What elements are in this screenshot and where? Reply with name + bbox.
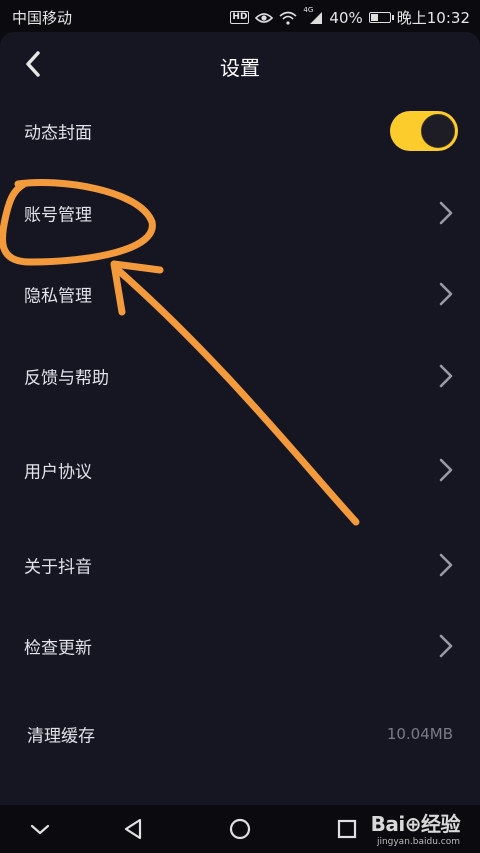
setting-user-agreement[interactable]: 用户协议 xyxy=(0,438,480,502)
hide-nav-button[interactable] xyxy=(26,815,54,843)
chevron-right-icon xyxy=(439,282,453,306)
circle-home-icon xyxy=(229,818,251,840)
recents-nav-button[interactable] xyxy=(333,815,361,843)
setting-account-management[interactable]: 账号管理 xyxy=(0,181,480,245)
hd-badge: HD xyxy=(230,11,250,24)
square-recents-icon xyxy=(337,819,357,839)
setting-label: 隐私管理 xyxy=(24,286,92,307)
battery-icon xyxy=(368,12,394,23)
baidu-watermark: Bai⊕经验 jingyan.baidu.com xyxy=(370,808,461,847)
chevron-right-icon xyxy=(439,634,453,658)
setting-label: 账号管理 xyxy=(24,205,92,226)
setting-check-updates[interactable]: 检查更新 xyxy=(0,614,480,678)
setting-dynamic-cover: 动态封面 xyxy=(0,99,480,163)
setting-label: 清理缓存 xyxy=(27,726,95,747)
watermark-brand: Bai⊕经验 xyxy=(370,812,461,836)
battery-percent: 40% xyxy=(329,8,363,27)
dynamic-cover-toggle[interactable] xyxy=(390,111,458,151)
setting-label: 动态封面 xyxy=(24,123,92,144)
top-bar: 设置 xyxy=(0,32,480,96)
setting-privacy-management[interactable]: 隐私管理 xyxy=(0,262,480,326)
status-bar: 中国移动 HD 4G 40% 晚上10:32 xyxy=(0,0,480,32)
setting-clear-cache[interactable]: 清理缓存 10.04MB xyxy=(0,702,480,766)
home-nav-button[interactable] xyxy=(226,815,254,843)
watermark-url: jingyan.baidu.com xyxy=(376,837,460,847)
toggle-knob xyxy=(421,114,455,148)
back-nav-button[interactable] xyxy=(120,815,148,843)
chevron-right-icon xyxy=(439,201,453,225)
setting-about[interactable]: 关于抖音 xyxy=(0,533,480,597)
triangle-back-icon xyxy=(124,818,142,840)
page-title: 设置 xyxy=(220,56,260,80)
cache-size: 10.04MB xyxy=(386,725,453,743)
setting-label: 检查更新 xyxy=(24,638,92,659)
chevron-right-icon xyxy=(439,458,453,482)
signal-icon: 4G xyxy=(303,6,323,26)
chevron-right-icon xyxy=(439,553,453,577)
setting-label: 关于抖音 xyxy=(24,557,92,578)
settings-panel: 设置 动态封面 账号管理 隐私管理 反馈与帮助 用户协议 关于抖音 检查更新 清… xyxy=(0,32,480,805)
clock: 晚上10:32 xyxy=(396,9,470,27)
setting-label: 反馈与帮助 xyxy=(24,368,109,389)
chevron-right-icon xyxy=(439,364,453,388)
system-nav-bar: Bai⊕经验 jingyan.baidu.com xyxy=(0,805,480,853)
carrier-name: 中国移动 xyxy=(12,9,73,27)
eye-icon xyxy=(255,10,274,26)
setting-label: 用户协议 xyxy=(24,462,92,483)
setting-feedback-help[interactable]: 反馈与帮助 xyxy=(0,344,480,408)
chevron-down-icon xyxy=(30,824,50,835)
wifi-icon xyxy=(279,10,297,26)
